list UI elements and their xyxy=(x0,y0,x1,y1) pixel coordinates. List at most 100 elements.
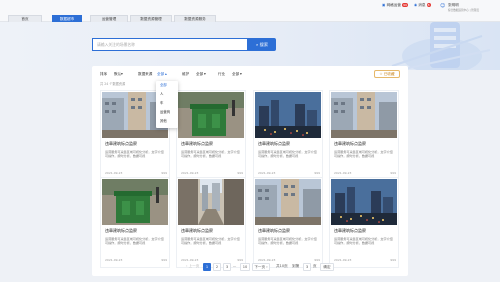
scene-thumbnail xyxy=(102,179,168,225)
scene-title: 违章建筑标点监察 xyxy=(181,228,213,233)
scene-footer: 2021-09-23 999 xyxy=(334,171,396,175)
filter-maint[interactable]: 全部 xyxy=(196,72,203,77)
scene-card[interactable]: 违章建筑标点监察运营服务可采集区域可视化分析，文字介绍 可操作，按时分析，数据可视… xyxy=(100,177,170,268)
scene-date: 2021-09-23 xyxy=(334,171,352,175)
scene-thumbnail xyxy=(255,92,321,138)
scene-title: 违章建筑标点监察 xyxy=(334,228,366,233)
tab-home[interactable]: 首页 xyxy=(8,15,42,22)
dropdown-option[interactable]: 运营商 xyxy=(156,108,178,117)
filter-industry[interactable]: 全部 xyxy=(232,72,239,77)
scene-description: 运营服务可采集区域可视化分析，文字介绍 可操作，按时分析，数据可视 xyxy=(258,237,320,245)
scene-date: 2021-09-23 xyxy=(181,171,199,175)
goto-input[interactable]: 3 xyxy=(303,263,311,271)
scene-description-line: 可操作，按时分析，数据可视 xyxy=(258,241,299,245)
notice-link[interactable]: ◉ 消息 8 xyxy=(414,3,431,8)
scene-description: 运营服务可采集区域可视化分析，文字介绍 可操作，按时分析，数据可视 xyxy=(181,150,243,158)
scene-description-line: 可操作，按时分析，数据可视 xyxy=(334,241,375,245)
scene-date: 2021-09-23 xyxy=(181,258,199,262)
page-2[interactable]: 2 xyxy=(213,263,221,271)
scene-date: 2021-09-23 xyxy=(105,171,123,175)
filter-label-maint: 维护 xyxy=(182,72,190,76)
scene-thumbnail xyxy=(331,92,397,138)
star-icon: ☆ xyxy=(379,72,383,76)
user-menu[interactable]: ☺ xyxy=(440,3,445,9)
scene-card[interactable]: 违章建筑标点监察运营服务可采集区域可视化分析，文字介绍 可操作，按时分析，数据可视… xyxy=(253,177,323,268)
page-unit: 页 xyxy=(313,264,317,268)
ops-badge: 99 xyxy=(402,3,408,7)
goto-confirm-button[interactable]: 确定 xyxy=(320,263,334,271)
scene-views: 999 xyxy=(161,171,167,175)
scene-footer: 2021-09-23 999 xyxy=(181,171,243,175)
scene-card[interactable]: 违章建筑标点监察运营服务可采集区域可视化分析，文字介绍 可操作，按时分析，数据可视… xyxy=(176,90,246,181)
ops-icon: ▣ xyxy=(382,3,386,7)
search-input[interactable]: 请输入关注的场景名称 xyxy=(92,38,248,51)
scene-description-line: 可操作，按时分析，数据可视 xyxy=(181,241,222,245)
scene-title: 违章建筑标点监察 xyxy=(334,141,366,146)
next-page-label: 下一页 xyxy=(254,265,266,269)
cloud-illustration xyxy=(391,22,491,70)
tab-resource-mgmt[interactable]: 数据资源管理 xyxy=(130,15,172,22)
dropdown-option[interactable]: 车 xyxy=(156,99,178,108)
notice-badge: 8 xyxy=(426,3,431,7)
scene-views: 999 xyxy=(237,171,243,175)
scene-description: 运营服务可采集区域可视化分析，文字介绍 可操作，按时分析，数据可视 xyxy=(334,150,396,158)
result-count: 共 24 个数据资源 xyxy=(100,82,126,86)
scene-card[interactable]: 违章建筑标点监察运营服务可采集区域可视化分析，文字介绍 可操作，按时分析，数据可视… xyxy=(253,90,323,181)
page-1[interactable]: 1 xyxy=(203,263,211,271)
scene-description: 运营服务可采集区域可视化分析，文字介绍 可操作，按时分析，数据可视 xyxy=(258,150,320,158)
tab-resource-service[interactable]: 数据资源服务 xyxy=(174,15,216,22)
scene-footer: 2021-09-23 999 xyxy=(181,258,243,262)
chevron-down-icon: ▾ xyxy=(121,72,123,76)
bell-icon: ◉ xyxy=(414,3,418,7)
scene-date: 2021-09-23 xyxy=(334,258,352,262)
collect-button[interactable]: ☆ 已收藏 xyxy=(374,70,400,78)
scene-footer: 2021-09-23 999 xyxy=(105,171,167,175)
source-dropdown: 全部 人 车 运营商 其他 xyxy=(156,81,178,128)
scene-views: 999 xyxy=(237,258,243,262)
scene-thumbnail xyxy=(331,179,397,225)
scene-title: 违章建筑标点监察 xyxy=(258,228,290,233)
scene-description: 运营服务可采集区域可视化分析，文字介绍 可操作，按时分析，数据可视 xyxy=(105,150,167,158)
scene-description: 运营服务可采集区域可视化分析，文字介绍 可操作，按时分析，数据可视 xyxy=(105,237,167,245)
scene-title: 违章建筑标点监察 xyxy=(258,141,290,146)
search-button-label: 搜索 xyxy=(259,42,269,47)
page-3[interactable]: 3 xyxy=(223,263,231,271)
tab-data-market[interactable]: 数据超市 xyxy=(52,15,82,22)
scene-footer: 2021-09-23 999 xyxy=(258,258,320,262)
scene-description-line: 可操作，按时分析，数据可视 xyxy=(181,154,222,158)
scene-title: 违章建筑标点监察 xyxy=(105,228,137,233)
scene-date: 2021-09-23 xyxy=(258,258,276,262)
filter-label-source: 数据来源 xyxy=(138,72,153,76)
total-pages: 共10页 xyxy=(276,264,288,268)
scene-views: 999 xyxy=(314,258,320,262)
scene-date: 2021-09-23 xyxy=(258,171,276,175)
scene-views: 999 xyxy=(161,258,167,262)
page-last[interactable]: 10 xyxy=(240,263,250,271)
scene-thumbnail xyxy=(178,92,244,138)
dropdown-option[interactable]: 人 xyxy=(156,90,178,99)
scene-title: 违章建筑标点监察 xyxy=(181,141,213,146)
scene-card[interactable]: 违章建筑标点监察运营服务可采集区域可视化分析，文字介绍 可操作，按时分析，数据可视… xyxy=(329,177,399,268)
chevron-down-icon: ▾ xyxy=(204,72,206,76)
search-button[interactable]: ⌕ 搜索 xyxy=(248,38,276,51)
goto-label: 到第 xyxy=(292,264,300,268)
dropdown-option[interactable]: 其他 xyxy=(156,117,178,126)
scene-description-line: 可操作，按时分析，数据可视 xyxy=(105,241,146,245)
scene-card[interactable]: 违章建筑标点监察运营服务可采集区域可视化分析，文字介绍 可操作，按时分析，数据可视… xyxy=(329,90,399,181)
page-ellipsis: ... xyxy=(233,264,237,268)
scene-footer: 2021-09-23 999 xyxy=(105,258,167,262)
notice-label: 消息 xyxy=(418,3,426,7)
scene-thumbnail xyxy=(255,179,321,225)
prev-page[interactable]: ‹ 上一页 xyxy=(186,264,199,269)
filter-source[interactable]: 全部 xyxy=(157,72,164,77)
dropdown-option[interactable]: 全部 xyxy=(156,81,178,90)
next-page[interactable]: 下一页 › xyxy=(252,263,270,271)
scene-description: 运营服务可采集区域可视化分析，文字介绍 可操作，按时分析，数据可视 xyxy=(334,237,396,245)
user-org: 综合数据运营中心 | 管理员 xyxy=(448,9,480,12)
scene-date: 2021-09-23 xyxy=(105,258,123,262)
tab-operations[interactable]: 运营管理 xyxy=(90,15,128,22)
prev-page-label: 上一页 xyxy=(188,264,200,268)
filter-label-sort: 排序 xyxy=(100,72,108,76)
grid-ops-link[interactable]: ▣ 网格运营 99 xyxy=(382,3,408,8)
scene-card[interactable]: 违章建筑标点监察 运营服务可采集区域可视化分析，文字介绍 可操作，按时分析，数据可视… xyxy=(176,177,246,268)
